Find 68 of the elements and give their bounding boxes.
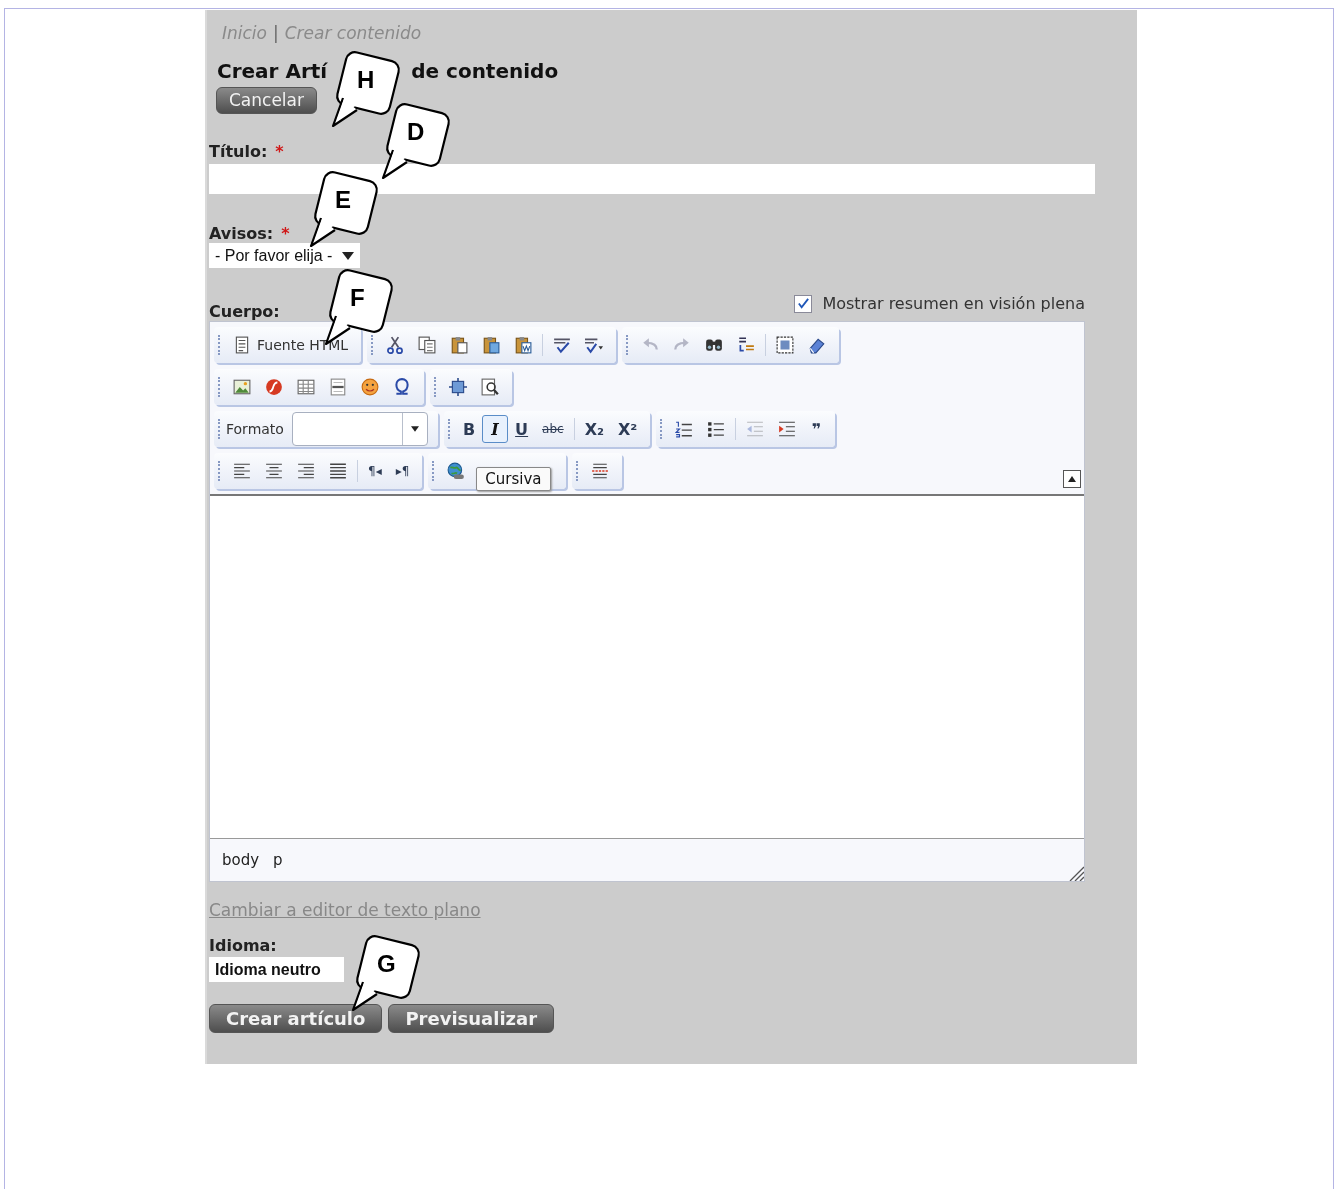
globe-icon [447, 462, 466, 480]
element-path-link[interactable]: p [273, 851, 283, 869]
outdent-icon [746, 420, 765, 438]
callout-letter: F [350, 284, 365, 312]
cancel-button[interactable]: Cancelar [216, 87, 317, 114]
image-icon [233, 378, 251, 396]
preview-icon [481, 378, 499, 396]
spellcheck-icon [553, 336, 572, 354]
format-button[interactable]: U [508, 415, 536, 443]
summary-checkbox[interactable] [794, 294, 813, 313]
align-left-icon [233, 462, 251, 480]
smiley-icon [361, 378, 379, 396]
format-button[interactable]: abc [535, 415, 571, 443]
required-marker: * [281, 224, 290, 243]
justify-icon [329, 462, 347, 480]
language-dropdown[interactable]: Idioma neutro [209, 957, 344, 982]
tooltip: Cursiva [476, 467, 551, 491]
format-label: Formato [226, 421, 284, 437]
create-article-button[interactable]: Crear artículo [209, 1004, 383, 1033]
callout-letter: D [407, 118, 425, 146]
format-button[interactable]: ❞ [803, 415, 830, 443]
field-label: Idioma: [209, 936, 277, 955]
format-button[interactable]: ¶◂ [361, 457, 389, 485]
clipboard-icon [450, 336, 469, 354]
omega-icon [393, 378, 411, 396]
flash-icon [265, 378, 283, 396]
format-button[interactable]: I [482, 415, 509, 443]
clipboard-icon [514, 336, 533, 354]
collapse-arrow-icon [1068, 476, 1076, 482]
horizontal-rule-icon [329, 378, 347, 396]
field-label: Cuerpo: [209, 302, 280, 321]
checkbox-label: Mostrar resumen en visión plena [822, 294, 1085, 313]
page-break-icon [591, 462, 610, 480]
align-right-icon [297, 462, 315, 480]
preview-button[interactable]: Previsualizar [388, 1004, 555, 1033]
numbered-list-icon [675, 420, 694, 438]
table-icon [297, 378, 315, 396]
page-heading: Crear Artí [217, 59, 328, 83]
copy-icon [418, 336, 437, 354]
format-button[interactable]: B [455, 415, 483, 443]
align-center-icon [265, 462, 283, 480]
required-marker: * [275, 142, 284, 161]
field-label: Título: [209, 142, 268, 161]
callout-letter: G [377, 950, 396, 978]
format-button[interactable]: X₂ [577, 415, 612, 443]
document-icon [233, 336, 251, 354]
element-path-link[interactable]: body [222, 851, 260, 869]
breadcrumb-separator: | [273, 23, 279, 43]
format-button[interactable]: X² [611, 415, 645, 443]
select-all-icon [776, 336, 795, 354]
source-button[interactable]: Fuente HTML [226, 331, 356, 359]
collapse-toolbar-button[interactable] [1063, 470, 1081, 488]
binoculars-icon [705, 336, 724, 354]
format-button[interactable]: ▸¶ [388, 457, 417, 485]
eraser-icon [808, 336, 827, 354]
field-label: Avisos: [209, 224, 274, 243]
bullet-list-icon [707, 420, 726, 438]
callout-letter: H [357, 66, 375, 94]
page-heading: de contenido [411, 59, 559, 83]
callout-letter: E [335, 186, 351, 214]
clipboard-icon [482, 336, 501, 354]
maximize-icon [449, 378, 467, 396]
dropdown-arrow-icon [410, 426, 419, 432]
replace-icon [737, 336, 756, 354]
indent-icon [778, 420, 797, 438]
dropdown-arrow-icon [342, 251, 355, 260]
spellcheck-icon [585, 336, 604, 354]
scissors-icon [386, 336, 405, 354]
